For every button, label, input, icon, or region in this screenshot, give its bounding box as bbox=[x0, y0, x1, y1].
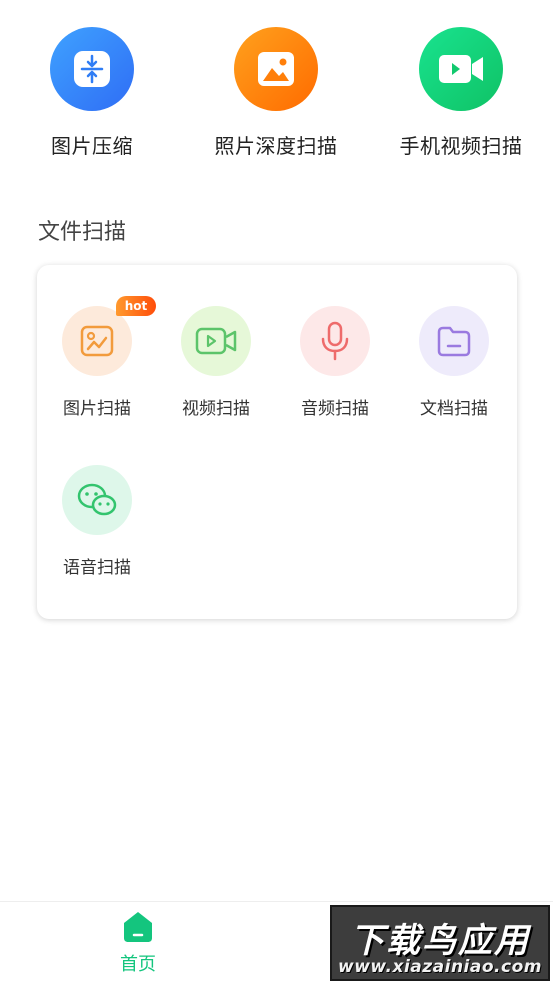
tool-photo-deep-scan[interactable]: 照片深度扫描 bbox=[191, 27, 361, 159]
tool-label: 图片压缩 bbox=[51, 134, 133, 158]
scan-item-document[interactable]: 文档扫描 bbox=[399, 306, 509, 419]
scan-item-image[interactable]: hot 图片扫描 bbox=[42, 296, 156, 419]
image-icon: hot bbox=[62, 296, 156, 376]
top-tools-row: 图片压缩 照片深度扫描 手机视频扫描 bbox=[0, 27, 553, 167]
compress-icon bbox=[50, 27, 134, 111]
wechat-voice-icon bbox=[62, 465, 132, 535]
tool-label: 手机视频扫描 bbox=[399, 134, 523, 158]
video-icon bbox=[181, 306, 251, 376]
file-scan-card: hot 图片扫描 视频扫描 音频扫描 文档扫描 语音扫描 bbox=[37, 265, 517, 619]
tool-label: 照片深度扫描 bbox=[214, 134, 338, 158]
scan-item-label: 视频扫描 bbox=[182, 399, 250, 419]
section-title: 文件扫描 bbox=[38, 220, 127, 245]
tab-home[interactable]: 首页 bbox=[98, 910, 178, 976]
watermark-url: www.xiazainiao.com bbox=[338, 957, 542, 977]
tool-image-compress[interactable]: 图片压缩 bbox=[7, 27, 177, 159]
folder-icon bbox=[419, 306, 489, 376]
tab-home-label: 首页 bbox=[120, 954, 156, 975]
watermark-logo: 下载鸟应用 www.xiazainiao.com bbox=[330, 905, 550, 981]
tool-phone-video-scan[interactable]: 手机视频扫描 bbox=[376, 27, 546, 159]
scan-item-label: 图片扫描 bbox=[63, 399, 131, 419]
scan-item-label: 音频扫描 bbox=[301, 399, 369, 419]
hot-badge: hot bbox=[116, 296, 156, 316]
photo-icon bbox=[234, 27, 318, 111]
scan-item-audio[interactable]: 音频扫描 bbox=[280, 306, 390, 419]
scan-item-voice[interactable]: 语音扫描 bbox=[42, 465, 152, 578]
scan-item-video[interactable]: 视频扫描 bbox=[161, 306, 271, 419]
microphone-icon bbox=[300, 306, 370, 376]
video-camera-icon bbox=[419, 27, 503, 111]
scan-item-label: 文档扫描 bbox=[420, 399, 488, 419]
scan-item-label: 语音扫描 bbox=[63, 558, 131, 578]
home-icon bbox=[124, 912, 152, 942]
watermark-title: 下载鸟应用 bbox=[350, 921, 530, 961]
